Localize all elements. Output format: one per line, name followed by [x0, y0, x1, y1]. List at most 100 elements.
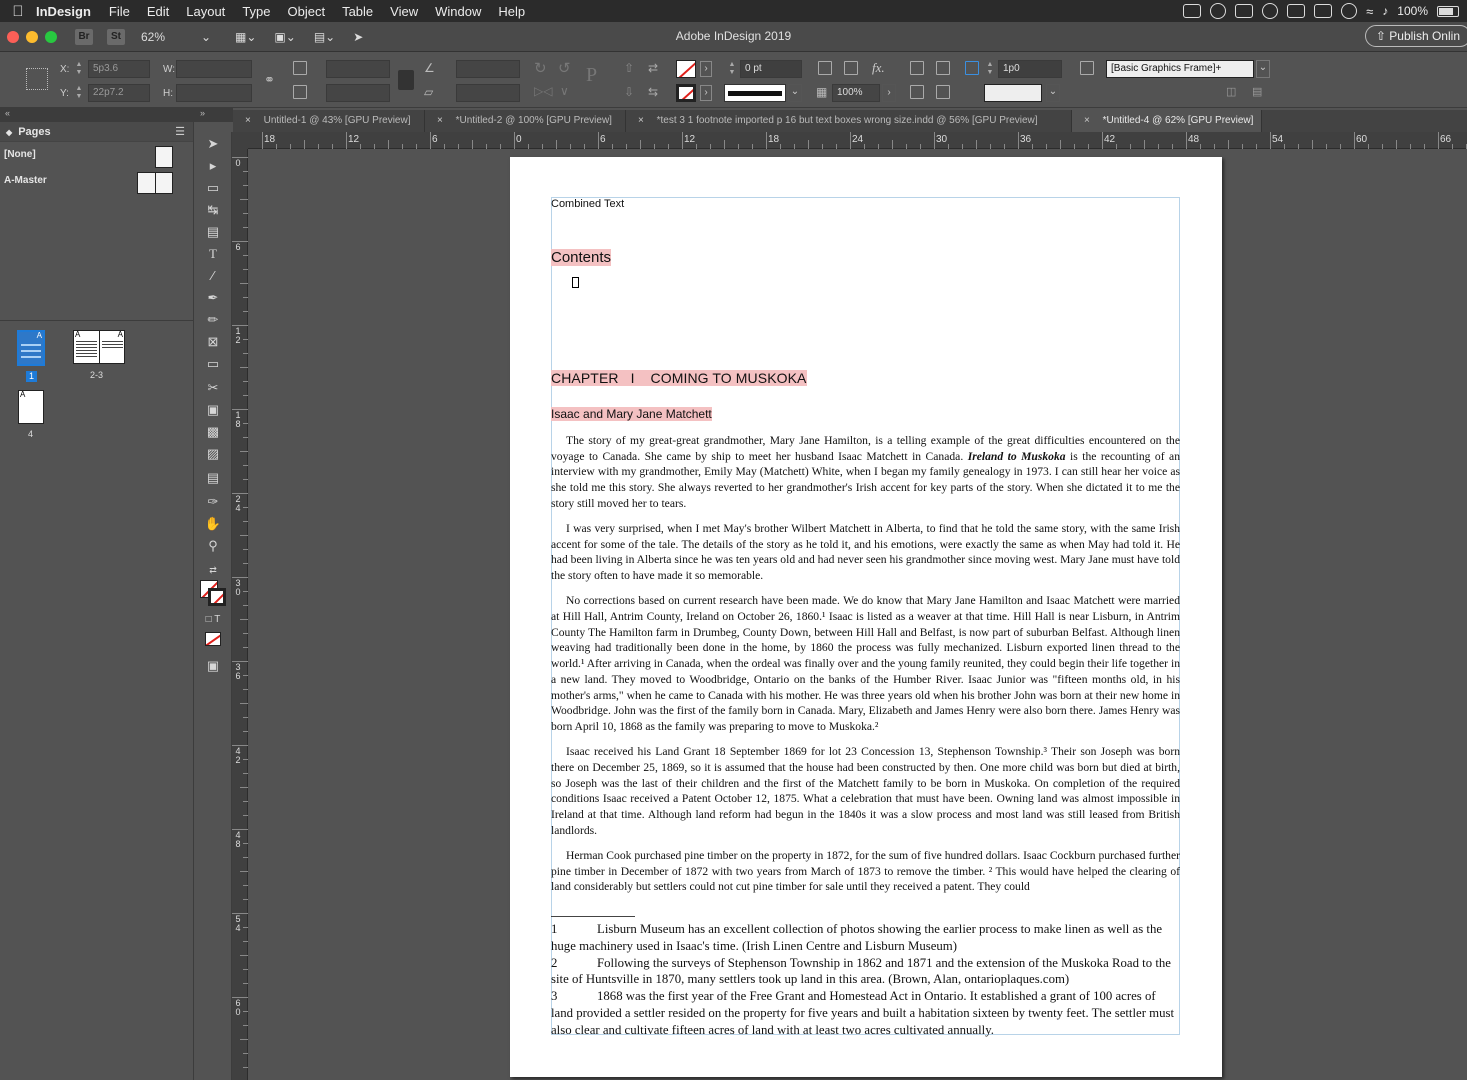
flip-horizontal-icon[interactable]: ▷◁ [534, 84, 552, 98]
master-a[interactable]: A-Master [0, 168, 193, 194]
apple-icon[interactable]:  [0, 3, 36, 20]
rotate-ccw-icon[interactable]: ↺ [558, 59, 571, 77]
panel-collapse-bar[interactable]: « » [0, 108, 233, 122]
line-tool-icon[interactable]: ∕ [204, 268, 222, 284]
screen-mode-tool-icon[interactable]: ▣ [204, 658, 222, 674]
rectangle-frame-tool-icon[interactable]: ⊠ [204, 334, 222, 350]
footnotes[interactable]: 1 Lisburn Museum has an excellent collect… [551, 921, 1180, 1039]
effects-icon[interactable]: fx. [872, 60, 885, 76]
selection-tool-icon[interactable]: ➤ [204, 136, 222, 152]
arrange-documents-icon[interactable]: ▤⌄ [314, 30, 335, 44]
text-wrap-bounding-icon[interactable] [936, 61, 950, 75]
bridge-button[interactable]: Br [75, 28, 93, 45]
info-icon[interactable] [1262, 3, 1279, 19]
close-icon[interactable]: × [1084, 115, 1090, 126]
page-1-label[interactable]: 1 [26, 371, 37, 382]
reference-point-icon[interactable] [26, 68, 48, 90]
gradient-feather-tool-icon[interactable]: ▨ [204, 446, 222, 462]
select-content-icon[interactable]: ⇩ [624, 85, 634, 99]
free-transform-tool-icon[interactable]: ▣ [204, 402, 222, 418]
y-stepper[interactable]: ▲ ▼ [75, 85, 83, 101]
tab-untitled-4[interactable]: × *Untitled-4 @ 62% [GPU Preview] [1072, 110, 1262, 132]
rectangle-tool-icon[interactable]: ▭ [204, 356, 222, 372]
opacity-field[interactable]: 100% [832, 84, 880, 102]
close-icon[interactable]: × [638, 115, 644, 126]
stock-button[interactable]: St [107, 28, 125, 45]
x-position-field[interactable]: 5p3.6 [88, 60, 150, 78]
fit-content-icon[interactable] [844, 61, 858, 75]
break-link-icon[interactable]: ▤ [1252, 85, 1262, 98]
close-icon[interactable]: × [245, 115, 251, 126]
panel-toggle-icon[interactable]: ◆ [6, 128, 12, 137]
object-style-select[interactable]: [Basic Graphics Frame]+ [1106, 60, 1254, 78]
stroke-type-select[interactable] [724, 84, 786, 102]
stroke-weight-stepper[interactable]: ▲ ▼ [728, 61, 736, 77]
pages-panel-header[interactable]: ◆ Pages ☰ [0, 122, 193, 142]
tab-untitled-2[interactable]: × *Untitled-2 @ 100% [GPU Preview] [425, 110, 626, 132]
body-text[interactable]: The story of my great-great grandmother,… [551, 433, 1180, 895]
page-1-thumbnail[interactable]: A [17, 330, 45, 366]
scale-x-field[interactable] [326, 60, 390, 78]
flip-vertical-icon[interactable]: ∨ [560, 84, 569, 98]
constrain-proportions-icon[interactable]: ⚭ [264, 72, 275, 88]
select-container-icon[interactable]: ⇧ [624, 61, 634, 75]
pen-tool-icon[interactable]: ✒ [204, 290, 222, 306]
volume-icon[interactable]: ♪ [1382, 4, 1388, 18]
publish-online-button[interactable]: ⇧ Publish Onlin [1364, 25, 1467, 47]
page-tool-icon[interactable]: ▭ [204, 180, 222, 196]
screens-icon[interactable] [1235, 4, 1254, 18]
master-none[interactable]: [None] [0, 142, 193, 168]
type-tool-icon[interactable]: T [204, 246, 222, 262]
anchored-object-marker[interactable] [572, 277, 579, 288]
pencil-tool-icon[interactable]: ✏ [204, 312, 222, 328]
menu-window[interactable]: Window [435, 4, 481, 19]
stroke-swatch[interactable] [676, 84, 696, 102]
formatting-affects-container-icon[interactable]: □ T [204, 612, 222, 628]
menu-object[interactable]: Object [288, 4, 326, 19]
vertical-ruler[interactable]: 0 6 12 18 24 30 36 42 48 54 60 [232, 149, 248, 1080]
gap-tool-icon[interactable]: ↹ [204, 202, 222, 218]
collapse-right-icon[interactable]: » [200, 108, 205, 118]
opacity-chevron-icon[interactable]: › [882, 84, 896, 102]
close-icon[interactable]: × [437, 115, 443, 126]
direct-selection-tool-icon[interactable]: ▸ [204, 158, 222, 174]
time-machine-icon[interactable] [1341, 3, 1358, 19]
master-a-thumbnail[interactable] [137, 172, 173, 194]
height-field[interactable] [176, 84, 252, 102]
auto-fit-icon[interactable] [965, 61, 979, 75]
ruler-origin[interactable] [232, 132, 248, 149]
note-tool-icon[interactable]: ▤ [204, 470, 222, 486]
width-field[interactable] [176, 60, 252, 78]
stroke-menu-chevron-icon[interactable]: › [700, 85, 712, 101]
spread-2-3-label[interactable]: 2-3 [90, 370, 103, 380]
gap-stepper[interactable]: ▲ ▼ [986, 61, 994, 77]
scissors-tool-icon[interactable]: ✂ [204, 380, 222, 396]
shear-field[interactable] [456, 84, 520, 102]
hand-tool-icon[interactable]: ✋ [204, 516, 222, 532]
scale-y-field[interactable] [326, 84, 390, 102]
view-options-icon[interactable]: ▦⌄ [235, 30, 256, 44]
tab-untitled-1[interactable]: × Untitled-1 @ 43% [GPU Preview] [233, 110, 425, 132]
page-4-thumbnail[interactable]: A [18, 390, 44, 424]
rotate-cw-icon[interactable]: ↻ [534, 59, 547, 77]
text-wrap-none-icon[interactable] [910, 61, 924, 75]
drive-icon[interactable] [1314, 4, 1333, 18]
master-none-thumbnail[interactable] [155, 146, 173, 168]
rotation-field[interactable] [456, 60, 520, 78]
y-position-field[interactable]: 22p7.2 [88, 84, 150, 102]
menu-table[interactable]: Table [342, 4, 373, 19]
color-swatch-chevron-icon[interactable]: ⌄ [1046, 84, 1060, 102]
stroke-weight-field[interactable]: 0 pt [740, 60, 802, 78]
fill-menu-chevron-icon[interactable]: › [700, 61, 712, 77]
select-previous-icon[interactable]: ⇄ [648, 61, 658, 75]
wifi-icon[interactable]: ≈ [1366, 4, 1373, 19]
menu-view[interactable]: View [390, 4, 418, 19]
collapse-left-icon[interactable]: « [5, 108, 10, 118]
constrain-scale-icon[interactable] [398, 70, 414, 90]
battery-icon[interactable] [1437, 5, 1459, 17]
apply-none-button[interactable] [205, 632, 221, 646]
malwarebytes-icon[interactable] [1287, 4, 1306, 18]
zoom-tool-icon[interactable]: ⚲ [204, 538, 222, 554]
spread-2-3-thumbnail[interactable]: A A [73, 330, 125, 364]
menu-app-name[interactable]: InDesign [36, 4, 91, 19]
